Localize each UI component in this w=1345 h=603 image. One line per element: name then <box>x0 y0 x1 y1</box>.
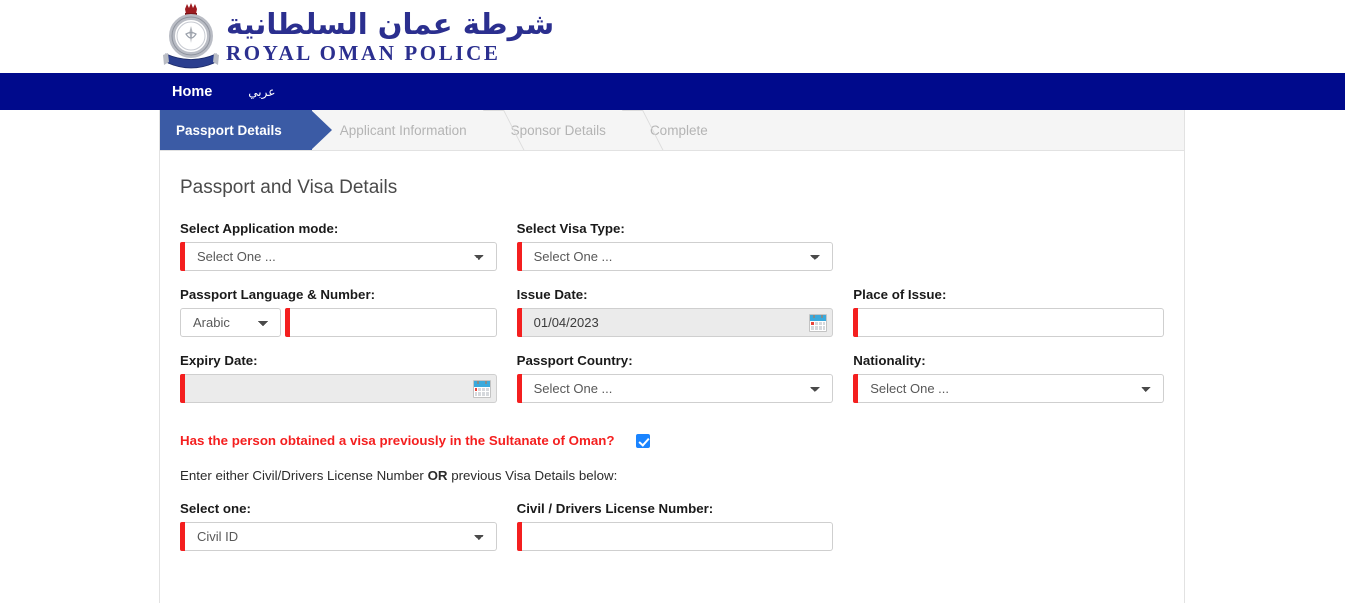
royal-oman-police-emblem-icon <box>160 2 222 70</box>
main-navigation-bar: Home عربي <box>0 73 1345 110</box>
id-type-select[interactable]: Civil ID <box>185 522 497 551</box>
place-of-issue-input[interactable] <box>858 308 1164 337</box>
required-indicator <box>516 242 522 271</box>
form-row-3: Expiry Date: Passport Country: Select On… <box>170 353 1174 403</box>
step-sponsor-details[interactable]: Sponsor Details <box>483 110 622 150</box>
nationality-label: Nationality: <box>853 353 926 368</box>
logo-arabic-name: شرطة عمان السلطانية <box>226 7 555 41</box>
field-spacer <box>843 221 1174 271</box>
step-label: Sponsor Details <box>510 122 606 138</box>
passport-country-label: Passport Country: <box>516 353 633 368</box>
previous-visa-question-row: Has the person obtained a visa previousl… <box>170 433 1174 448</box>
form-body: Passport and Visa Details Select Applica… <box>160 151 1184 551</box>
required-indicator <box>516 522 522 551</box>
select-one-label: Select one: <box>180 501 251 516</box>
field-select-one: Select one: Civil ID <box>170 501 507 551</box>
nav-item-home[interactable]: Home <box>172 84 212 100</box>
site-header: شرطة عمان السلطانية ROYAL OMAN POLICE <box>0 0 1345 73</box>
page-area: Passport Details Applicant Information S… <box>0 110 1345 603</box>
field-expiry-date: Expiry Date: <box>170 353 507 403</box>
passport-language-select[interactable]: Arabic <box>180 308 282 337</box>
progress-stepper: Passport Details Applicant Information S… <box>160 110 1184 151</box>
field-nationality: Nationality: Select One ... <box>843 353 1174 403</box>
expiry-date-input[interactable] <box>185 374 497 403</box>
form-container: Passport Details Applicant Information S… <box>159 110 1185 603</box>
passport-country-select[interactable]: Select One ... <box>521 374 834 403</box>
field-visa-type: Select Visa Type: Select One ... <box>507 221 844 271</box>
visa-type-label: Select Visa Type: <box>516 221 625 236</box>
field-application-mode: Select Application mode: Select One ... <box>170 221 507 271</box>
field-passport-language-number: Passport Language & Number: Arabic <box>170 287 507 337</box>
required-indicator <box>516 374 522 403</box>
form-row-1: Select Application mode: Select One ... … <box>170 221 1174 271</box>
step-label: Passport Details <box>176 122 282 138</box>
expiry-date-label: Expiry Date: <box>180 353 258 368</box>
step-applicant-information[interactable]: Applicant Information <box>312 110 483 150</box>
form-row-2: Passport Language & Number: Arabic Issue… <box>170 287 1174 337</box>
calendar-icon[interactable] <box>809 313 828 332</box>
passport-language-number-label: Passport Language & Number: <box>180 287 376 302</box>
passport-number-input[interactable] <box>290 308 497 337</box>
step-label: Applicant Information <box>339 122 467 138</box>
issue-date-input[interactable] <box>521 308 834 337</box>
application-mode-select[interactable]: Select One ... <box>185 242 497 271</box>
field-place-of-issue: Place of Issue: <box>843 287 1174 337</box>
nav-item-arabic-language[interactable]: عربي <box>248 85 275 99</box>
step-passport-details[interactable]: Passport Details <box>160 110 332 150</box>
field-passport-country: Passport Country: Select One ... <box>507 353 844 403</box>
application-mode-label: Select Application mode: <box>180 221 339 236</box>
step-complete[interactable]: Complete <box>622 110 724 150</box>
entry-hint-text: Enter either Civil/Drivers License Numbe… <box>170 468 1174 483</box>
page-title: Passport and Visa Details <box>180 177 398 198</box>
visa-type-select[interactable]: Select One ... <box>521 242 834 271</box>
nationality-select[interactable]: Select One ... <box>858 374 1164 403</box>
civil-license-number-label: Civil / Drivers License Number: <box>516 501 714 516</box>
logo-latin-name: ROYAL OMAN POLICE <box>226 41 501 65</box>
civil-license-number-input[interactable] <box>521 522 834 551</box>
logo[interactable]: شرطة عمان السلطانية ROYAL OMAN POLICE <box>160 2 555 70</box>
field-spacer-2 <box>843 501 1174 551</box>
hint-prefix: Enter either Civil/Drivers License Numbe… <box>180 468 428 483</box>
field-civil-license-number: Civil / Drivers License Number: <box>507 501 844 551</box>
hint-emphasis: OR <box>427 468 448 483</box>
field-issue-date: Issue Date: <box>507 287 844 337</box>
form-row-4: Select one: Civil ID Civil / Drivers Lic… <box>170 501 1174 551</box>
previous-visa-question-label: Has the person obtained a visa previousl… <box>180 433 615 448</box>
step-label: Complete <box>649 122 708 138</box>
hint-suffix: previous Visa Details below: <box>447 468 618 483</box>
place-of-issue-label: Place of Issue: <box>853 287 947 302</box>
issue-date-label: Issue Date: <box>516 287 588 302</box>
calendar-icon[interactable] <box>472 379 491 398</box>
required-indicator <box>516 308 522 337</box>
previous-visa-checkbox[interactable] <box>636 433 651 448</box>
